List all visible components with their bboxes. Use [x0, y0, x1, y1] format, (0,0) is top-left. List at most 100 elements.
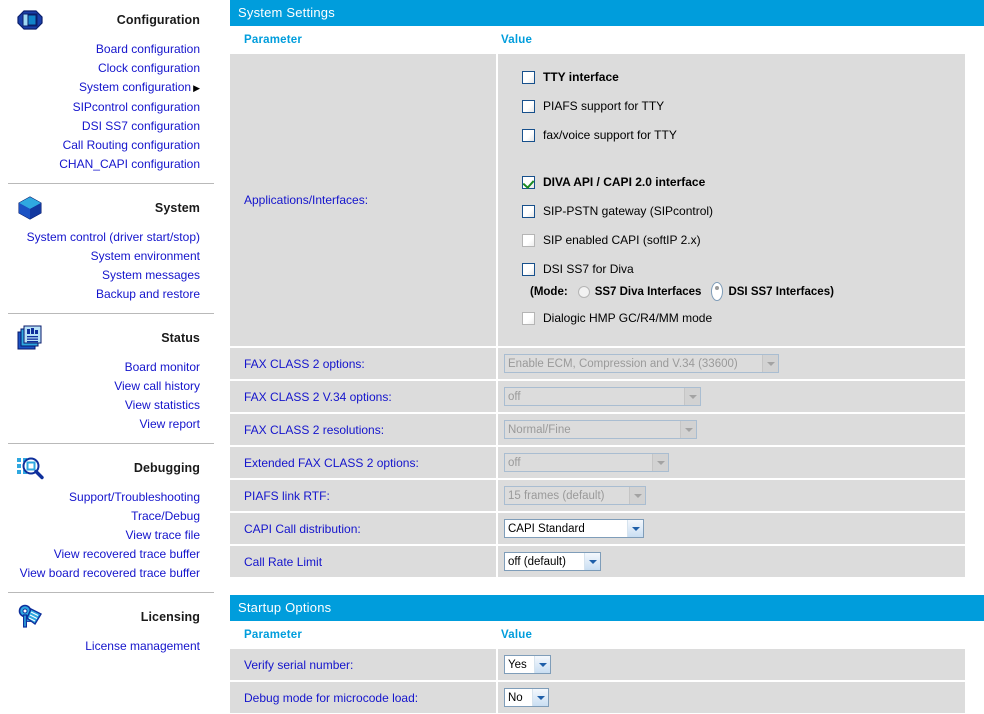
sidebar-item-clock-configuration[interactable]: Clock configuration [0, 59, 200, 78]
sidebar-group-header: Licensing [0, 597, 200, 637]
sidebar-item-label: SIPcontrol configuration [73, 100, 200, 114]
chevron-down-icon[interactable] [627, 520, 643, 537]
sidebar-item-label: Call Routing configuration [63, 138, 200, 152]
sidebar-item-view-call-history[interactable]: View call history [0, 377, 200, 396]
sidebar-divider [8, 443, 214, 444]
checkbox-row-dsi-ss7-for-diva[interactable]: DSI SS7 for Diva [522, 258, 965, 280]
sidebar-item-label: View statistics [125, 398, 200, 412]
table-row-fax-class-2-options: FAX CLASS 2 options: Enable ECM, Compres… [230, 348, 984, 379]
value-cell-piafs-link-rtf: 15 frames (default) [498, 480, 965, 511]
sidebar-item-trace-debug[interactable]: Trace/Debug [0, 507, 200, 526]
select-debug-mode-for-microcode-load[interactable]: No [504, 688, 549, 707]
checkbox-list: TTY interface PIAFS support for TTY fax/… [498, 54, 965, 346]
checkbox-diva-api-capi-interface[interactable] [522, 176, 535, 189]
sidebar-item-view-report[interactable]: View report [0, 415, 200, 434]
sidebar-group-status: Status Board monitor View call history V… [0, 318, 214, 434]
checkbox-row-tty-interface[interactable]: TTY interface [522, 66, 965, 88]
chevron-down-icon[interactable] [532, 689, 548, 706]
checkbox-label: SIP enabled CAPI (softIP 2.x) [543, 233, 701, 247]
checkbox-piafs-support-for-tty[interactable] [522, 100, 535, 113]
value-cell-fax-class-2-v34-options: off [498, 381, 965, 412]
sidebar-item-board-monitor[interactable]: Board monitor [0, 358, 200, 377]
checkbox-sip-pstn-gateway[interactable] [522, 205, 535, 218]
select-verify-serial-number[interactable]: Yes [504, 655, 551, 674]
parameter-label-debug-mode-for-microcode-load: Debug mode for microcode load: [230, 682, 496, 713]
column-header-parameter: Parameter [230, 34, 498, 46]
checkbox-label: DIVA API / CAPI 2.0 interface [543, 175, 705, 189]
sidebar-item-label: View board recovered trace buffer [20, 566, 200, 580]
sidebar-divider [8, 183, 214, 184]
column-headers-startup-options: Parameter Value [230, 621, 984, 649]
sidebar-group-header: System [0, 188, 200, 228]
select-call-rate-limit[interactable]: off (default) [504, 552, 601, 571]
select-value: Enable ECM, Compression and V.34 (33600) [508, 358, 742, 370]
sidebar-item-system-messages[interactable]: System messages [0, 266, 200, 285]
sidebar-item-license-management[interactable]: License management [0, 637, 200, 656]
radio-label-dsi-ss7-interfaces: DSI SS7 Interfaces [728, 286, 830, 298]
value-cell-capi-call-distribution: CAPI Standard [498, 513, 965, 544]
table-row-call-rate-limit: Call Rate Limit off (default) [230, 546, 984, 577]
sidebar-item-sipcontrol-configuration[interactable]: SIPcontrol configuration [0, 98, 200, 117]
chevron-down-icon [684, 388, 700, 405]
checkbox-sip-enabled-capi [522, 234, 535, 247]
magnifier-icon [14, 452, 46, 484]
checkbox-row-fax-voice-support-for-tty[interactable]: fax/voice support for TTY [522, 124, 965, 146]
sidebar-item-label: View trace file [126, 528, 200, 542]
sidebar-group-licensing: Licensing License management [0, 597, 214, 656]
sidebar-item-board-configuration[interactable]: Board configuration [0, 40, 200, 59]
checkbox-row-diva-api-capi-interface[interactable]: DIVA API / CAPI 2.0 interface [522, 171, 965, 193]
select-capi-call-distribution[interactable]: CAPI Standard [504, 519, 644, 538]
checkbox-row-dialogic-hmp-mode: Dialogic HMP GC/R4/MM mode [522, 307, 965, 329]
sidebar-group-configuration: Configuration Board configuration Clock … [0, 0, 214, 174]
page-root: Configuration Board configuration Clock … [0, 0, 984, 714]
sidebar-item-dsi-ss7-configuration[interactable]: DSI SS7 configuration [0, 117, 200, 136]
select-fax-class-2-options: Enable ECM, Compression and V.34 (33600) [504, 354, 779, 373]
sidebar-item-label: View report [140, 417, 200, 431]
select-fax-class-2-v34-options: off [504, 387, 701, 406]
select-value: off (default) [508, 556, 570, 568]
sidebar-item-view-trace-file[interactable]: View trace file [0, 526, 200, 545]
chevron-down-icon[interactable] [534, 656, 550, 673]
sidebar-item-system-configuration[interactable]: System configuration▶ [0, 78, 200, 98]
sidebar-group-title: Licensing [141, 610, 200, 624]
sidebar-item-view-board-recovered-trace-buffer[interactable]: View board recovered trace buffer [0, 564, 200, 583]
table-row-extended-fax-class-2-options: Extended FAX CLASS 2 options: off [230, 447, 984, 478]
radio-group-ss7-mode: (Mode: SS7 Diva Interfaces DSI SS7 Inter… [522, 282, 965, 301]
checkbox-label: fax/voice support for TTY [543, 128, 677, 142]
column-header-parameter: Parameter [230, 629, 498, 641]
select-value: CAPI Standard [508, 523, 589, 535]
main-content: System Settings Parameter Value Applicat… [230, 0, 984, 714]
sidebar-item-system-control[interactable]: System control (driver start/stop) [0, 228, 200, 247]
checkbox-row-sip-pstn-gateway[interactable]: SIP-PSTN gateway (SIPcontrol) [522, 200, 965, 222]
network-board-icon [14, 4, 46, 36]
sidebar-item-view-statistics[interactable]: View statistics [0, 396, 200, 415]
value-cell-fax-class-2-resolutions: Normal/Fine [498, 414, 965, 445]
checkbox-row-piafs-support-for-tty[interactable]: PIAFS support for TTY [522, 95, 965, 117]
sidebar-item-chan-capi-configuration[interactable]: CHAN_CAPI configuration [0, 155, 200, 174]
sidebar-item-call-routing-configuration[interactable]: Call Routing configuration [0, 136, 200, 155]
table-row-verify-serial-number: Verify serial number: Yes [230, 649, 984, 680]
spacer [522, 153, 965, 171]
checkbox-fax-voice-support-for-tty[interactable] [522, 129, 535, 142]
sidebar-item-backup-and-restore[interactable]: Backup and restore [0, 285, 200, 304]
sidebar-item-label: Trace/Debug [131, 509, 200, 523]
chevron-down-icon [629, 487, 645, 504]
sidebar-item-view-recovered-trace-buffer[interactable]: View recovered trace buffer [0, 545, 200, 564]
checkbox-dsi-ss7-for-diva[interactable] [522, 263, 535, 276]
sidebar-group-header: Configuration [0, 0, 200, 40]
checkbox-tty-interface[interactable] [522, 71, 535, 84]
checkbox-label: DSI SS7 for Diva [543, 262, 634, 276]
parameter-label-piafs-link-rtf: PIAFS link RTF: [230, 480, 496, 511]
sidebar-item-support-troubleshooting[interactable]: Support/Troubleshooting [0, 488, 200, 507]
radio-dsi-ss7-interfaces [711, 282, 723, 301]
sidebar-item-label: System configuration [79, 80, 191, 94]
sidebar-group-header: Status [0, 318, 200, 358]
cube-icon [14, 192, 46, 224]
key-icon [14, 601, 46, 633]
chevron-down-icon[interactable] [584, 553, 600, 570]
select-piafs-link-rtf: 15 frames (default) [504, 486, 646, 505]
table-row-fax-class-2-resolutions: FAX CLASS 2 resolutions: Normal/Fine [230, 414, 984, 445]
sidebar: Configuration Board configuration Clock … [0, 0, 214, 714]
checkbox-row-sip-enabled-capi: SIP enabled CAPI (softIP 2.x) [522, 229, 965, 251]
sidebar-item-system-environment[interactable]: System environment [0, 247, 200, 266]
